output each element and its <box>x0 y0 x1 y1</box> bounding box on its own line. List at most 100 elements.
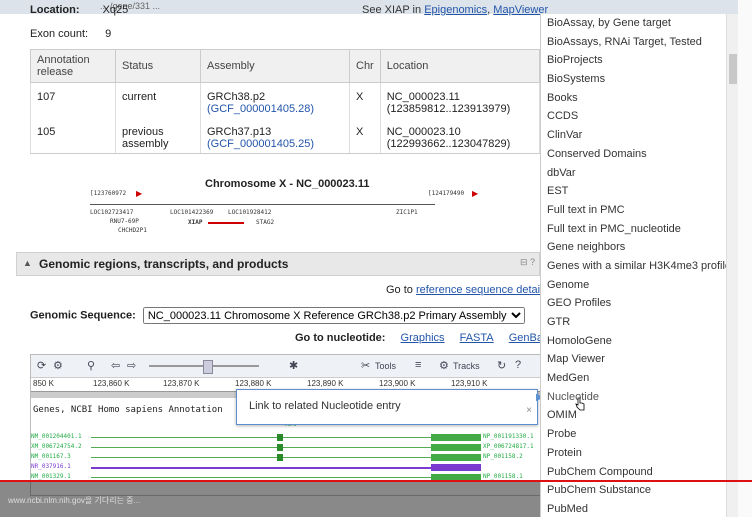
section-help-icon[interactable]: ⊟ ? <box>520 257 535 268</box>
see-also-text: See XIAP in <box>362 4 422 16</box>
menu-item[interactable]: Probe <box>541 425 727 444</box>
menu-item[interactable]: Map Viewer <box>541 350 727 369</box>
transcript-line <box>91 477 431 478</box>
chromosome-graphic[interactable]: Chromosome X - NC_000023.11 [123760972 ▶… <box>90 178 478 248</box>
goto-reference: Go to reference sequence details <box>386 284 548 296</box>
menu-item[interactable]: ClinVar <box>541 126 727 145</box>
ruler-tick: 123,870 K <box>163 379 200 388</box>
menu-item[interactable]: BioAssay, by Gene target <box>541 14 727 33</box>
transcript-label[interactable]: NM_001329.1 <box>31 473 71 480</box>
transcript-label[interactable]: NM_001204401.1 <box>31 433 82 440</box>
sequence-viewer[interactable]: ⟳ ⚙ ⚲ ⇦ ⇨ ✱ ✂ Tools ≡ ⚙ Tracks ↻ ? 850 K… <box>30 354 542 496</box>
help-icon[interactable]: ? <box>515 359 521 371</box>
transcript-label[interactable]: NM_001167.3 <box>31 453 71 460</box>
graphics-link[interactable]: Graphics <box>401 332 445 344</box>
left-coord: [123760972 <box>90 190 127 197</box>
back-arrow-icon[interactable]: ⇦ <box>111 359 120 372</box>
menu-item[interactable]: dbVar <box>541 164 727 183</box>
menu-item[interactable]: MedGen <box>541 369 727 388</box>
menu-item-nucleotide[interactable]: Nucleotide <box>541 388 727 407</box>
cell-chr: X <box>349 82 381 118</box>
menu-item[interactable]: GEO Profiles <box>541 294 727 313</box>
ruler-tick: 123,880 K <box>235 379 272 388</box>
assembly-link[interactable]: (GCF_000001405.25) <box>207 138 314 150</box>
col-status: Status <box>115 49 201 83</box>
cell-assembly: GRCh38.p2 (GCF_000001405.28) <box>200 82 350 118</box>
col-annotation-release: Annotation release <box>30 49 116 83</box>
protein-label[interactable]: NP_001158.1 <box>483 473 523 480</box>
epigenomics-link[interactable]: Epigenomics <box>424 4 487 16</box>
section-header[interactable]: ▲ Genomic regions, transcripts, and prod… <box>16 252 540 276</box>
tools-icon[interactable]: ✂ <box>361 359 370 372</box>
search-icon[interactable]: ⚲ <box>87 359 95 372</box>
menu-item[interactable]: PubChem Substance <box>541 481 727 500</box>
chromosome-axis <box>90 204 435 205</box>
menu-item[interactable]: Genes with a similar H3K4me3 profile <box>541 257 731 276</box>
protein-label[interactable]: XP_006724817.1 <box>483 443 534 450</box>
tooltip-text: Link to related Nucleotide entry <box>249 400 401 412</box>
cds-block <box>431 444 481 451</box>
genomic-sequence-label: Genomic Sequence: <box>30 309 136 322</box>
menu-item[interactable]: EST <box>541 182 727 201</box>
assembly-link[interactable]: (GCF_000001405.28) <box>207 103 314 115</box>
reference-details-link[interactable]: reference sequence details <box>416 284 548 296</box>
cell-location: NC_000023.11 (123859812..123913979) <box>379 82 541 118</box>
location-row: Location: Xq25 <box>30 4 128 16</box>
nucleotide-tooltip: Link to related Nucleotide entry × <box>236 389 538 425</box>
menu-item[interactable]: BioProjects <box>541 51 727 70</box>
forward-arrow-icon[interactable]: ⇨ <box>127 359 136 372</box>
menu-item[interactable]: Gene neighbors <box>541 238 727 257</box>
protein-label[interactable]: NP_001191330.1 <box>483 433 534 440</box>
transcript-track[interactable]: XM_006724754.2 XP_006724817.1 <box>31 443 541 452</box>
transcript-track[interactable]: NR_037916.1 <box>31 463 541 472</box>
reload-icon[interactable]: ↻ <box>497 359 506 372</box>
zoom-slider-thumb[interactable] <box>203 360 213 374</box>
bug-icon[interactable]: ✱ <box>289 359 298 372</box>
table-row: 105 previous assembly GRCh37.p13 (GCF_00… <box>30 118 541 154</box>
menu-item[interactable]: OMIM <box>541 406 727 425</box>
menu-item[interactable]: BioAssays, RNAi Target, Tested <box>541 33 727 52</box>
location-label: Location: <box>30 4 80 16</box>
genomic-sequence-row: Genomic Sequence: NC_000023.11 Chromosom… <box>30 307 525 324</box>
menu-item[interactable]: Conserved Domains <box>541 145 727 164</box>
gene-rnu7-69p: RNU7-69P <box>110 218 139 225</box>
xiap-arrow <box>208 222 244 224</box>
refresh-icon[interactable]: ⟳ <box>37 359 46 372</box>
transcript-line <box>91 467 431 469</box>
transcript-label[interactable]: NR_037916.1 <box>31 463 71 470</box>
cell-status: previous assembly <box>115 118 201 154</box>
menu-item[interactable]: CCDS <box>541 107 727 126</box>
menu-item[interactable]: HomoloGene <box>541 332 727 351</box>
tooltip-close-icon[interactable]: × <box>526 405 532 416</box>
menu-item[interactable]: PubMed <box>541 500 727 519</box>
menu-item[interactable]: Full text in PMC <box>541 201 727 220</box>
protein-label[interactable]: NP_001158.2 <box>483 453 523 460</box>
transcript-line <box>91 447 431 448</box>
settings-icon[interactable]: ⚙ <box>53 359 63 372</box>
menu-item[interactable]: Protein <box>541 444 727 463</box>
menu-item[interactable]: Full text in PMC_nucleotide <box>541 220 727 239</box>
tracks-menu[interactable]: Tracks <box>453 361 480 371</box>
genomic-sequence-select[interactable]: NC_000023.11 Chromosome X Reference GRCh… <box>142 307 525 324</box>
menu-item[interactable]: BioSystems <box>541 70 727 89</box>
location-value: Xq25 <box>102 4 129 16</box>
transcript-track[interactable]: NM_001167.3 NP_001158.2 <box>31 453 541 462</box>
menu-item[interactable]: Genome <box>541 276 727 295</box>
transcript-track[interactable]: NM_001204401.1 NP_001191330.1 <box>31 433 541 442</box>
ruler-tick: 123,910 K <box>451 379 488 388</box>
right-coord: [124179490 <box>428 190 465 197</box>
cell-release: 107 <box>30 82 116 118</box>
menu-item[interactable]: GTR <box>541 313 727 332</box>
transcript-label[interactable]: XM_006724754.2 <box>31 443 82 450</box>
tracks-icon[interactable]: ⚙ <box>439 359 449 372</box>
collapse-arrow-icon[interactable]: ▲ <box>23 258 32 268</box>
tools-menu[interactable]: Tools <box>375 361 396 371</box>
menu-item[interactable]: Books <box>541 89 727 108</box>
fasta-link[interactable]: FASTA <box>460 332 494 344</box>
list-icon[interactable]: ≡ <box>415 359 421 371</box>
col-location: Location <box>379 49 541 83</box>
section-title: Genomic regions, transcripts, and produc… <box>39 257 289 271</box>
menu-item[interactable]: PubChem Compound <box>541 463 727 482</box>
ruler-tick: 123,890 K <box>307 379 344 388</box>
scrollbar-thumb[interactable] <box>729 54 737 84</box>
